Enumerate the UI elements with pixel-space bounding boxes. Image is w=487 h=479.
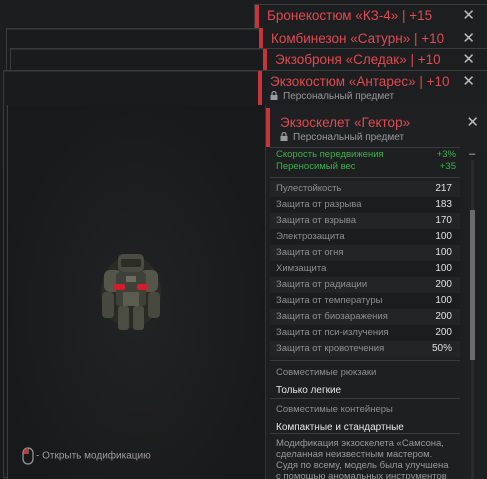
stack-tab-title: Бронекостюм «КЗ-4» | +15 (267, 8, 433, 23)
modifier-row: Переносимый вес +35 (276, 161, 456, 172)
close-icon[interactable]: ✕ (462, 5, 475, 27)
close-icon[interactable]: ✕ (462, 28, 475, 50)
lock-icon (270, 91, 278, 100)
stat-row: Защита от взрыва 170 (270, 213, 460, 229)
divider (270, 433, 460, 434)
divider (270, 177, 460, 178)
stack-tab-antares[interactable]: Экзокостюм «Антарес» | +10 ✕ Персональны… (258, 71, 487, 105)
details-scrollbar[interactable]: – (467, 149, 477, 479)
stat-row: Химзащита 100 (270, 261, 460, 277)
stat-row: Электрозащита 100 (270, 229, 460, 245)
modifiers-list: Скорость передвижения +3% Переносимый вес… (276, 149, 456, 173)
stat-row: Защита от кровотечения 50% (270, 341, 460, 357)
stat-row: Защита от радиации 200 (270, 277, 460, 293)
scroll-thumb[interactable] (470, 210, 475, 360)
stack-tab-title: Экзокостюм «Антарес» | +10 (270, 74, 450, 89)
item-description: Модификация экзоскелета «Самсона, сделан… (276, 438, 449, 479)
stat-row: Защита от биозаражения 200 (270, 309, 460, 325)
exoskeleton-image (101, 254, 161, 330)
compatible-backpacks: Совместимые рюкзаки Только легкие (276, 367, 456, 398)
panel-header: Экзоскелет «Гектор» Персональный предмет… (266, 108, 487, 147)
item-subtitle: Персональный предмет (280, 132, 404, 144)
stack-tab-title: Экзоброня «Следак» | +10 (275, 52, 441, 67)
item-title: Экзоскелет «Гектор» (280, 115, 411, 130)
scroll-up-icon[interactable]: – (467, 149, 477, 160)
close-icon[interactable]: ✕ (462, 71, 475, 93)
compatible-backpacks-value: Только легкие (276, 385, 342, 396)
compatible-backpacks-label: Совместимые рюкзаки (276, 367, 377, 378)
divider (270, 360, 460, 361)
close-icon[interactable]: ✕ (466, 115, 479, 131)
close-icon[interactable]: ✕ (462, 49, 475, 71)
stat-row: Пулестойкость 217 (270, 181, 460, 197)
modifier-row: Скорость передвижения +3% (276, 149, 456, 160)
stat-row: Защита от огня 100 (270, 245, 460, 261)
stack-tab-subtitle: Персональный предмет (270, 91, 394, 103)
stack-tab-title: Комбинезон «Сатурн» | +10 (271, 31, 445, 46)
mouse-icon (22, 447, 34, 465)
stat-row: Защита от разрыва 183 (270, 197, 460, 213)
compatible-containers: Совместимые контейнеры Компактные и стан… (276, 404, 456, 435)
divider (270, 398, 460, 399)
stat-row: Защита от пси-излучения 200 (270, 325, 460, 341)
compatible-containers-label: Совместимые контейнеры (276, 404, 393, 415)
lock-icon (280, 132, 288, 141)
stack-tab-kz4[interactable]: Бронекостюм «КЗ-4» | +15 ✕ (255, 5, 487, 29)
stats-table: Пулестойкость 217 Защита от разрыва 183 За… (270, 181, 460, 357)
stat-row: Защита от температуры 100 (270, 293, 460, 309)
divider (270, 147, 460, 148)
open-modification-hint: - Открыть модификацию (22, 447, 151, 465)
